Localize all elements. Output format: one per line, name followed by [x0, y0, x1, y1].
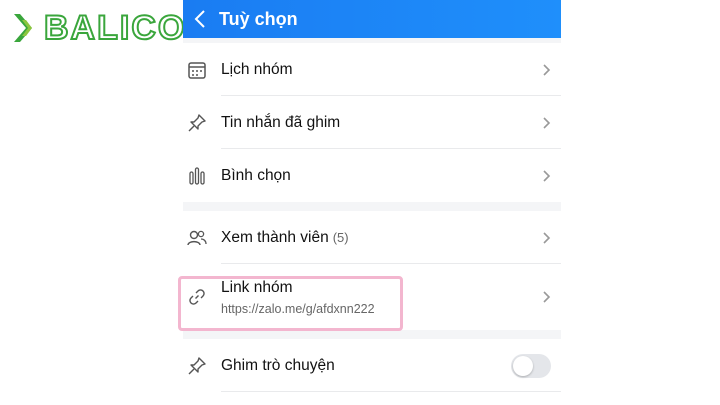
chevron-right-icon [543, 169, 551, 182]
chevron-right-icon [543, 63, 551, 76]
poll-icon [186, 165, 208, 187]
header: Tuỳ chọn [183, 0, 561, 38]
section-gap [183, 202, 561, 211]
options-panel: Tuỳ chọn Lịch nhóm Tin nhắn đã ghim Bình… [183, 0, 561, 405]
pin-chat-toggle[interactable] [511, 353, 551, 378]
menu-item-label: Bình chọn [221, 166, 291, 184]
chevron-right-icon [543, 116, 551, 129]
balico-logo: BALICO [12, 9, 187, 47]
chevron-right-icon [543, 231, 551, 244]
pin-icon [186, 112, 208, 134]
menu-item-view-members[interactable]: Xem thành viên (5) [183, 211, 561, 264]
menu-item-group-calendar[interactable]: Lịch nhóm [183, 43, 561, 96]
member-count: (5) [332, 229, 349, 245]
logo-mark-icon [14, 14, 32, 42]
menu-item-label: Tin nhắn đã ghim [221, 113, 341, 131]
menu-item-label: Lịch nhóm [221, 60, 293, 78]
menu-item-label: Ghim trò chuyện [221, 356, 335, 374]
calendar-icon [186, 59, 208, 81]
menu-item-label: Xem thành viên (5) [221, 229, 349, 247]
menu-item-polls[interactable]: Bình chọn [183, 149, 561, 202]
users-icon [186, 227, 208, 249]
page-title: Tuỳ chọn [219, 8, 298, 29]
toggle-knob [513, 355, 533, 376]
section-gap [183, 330, 561, 339]
chevron-right-icon [543, 291, 551, 303]
pin-icon [186, 355, 208, 377]
menu-item-pinned-messages[interactable]: Tin nhắn đã ghim [183, 96, 561, 149]
logo-text: BALICO [43, 9, 187, 47]
divider [221, 391, 561, 392]
chevron-left-icon[interactable] [189, 8, 211, 30]
menu-item-pin-chat[interactable]: Ghim trò chuyện [183, 339, 561, 392]
highlight-box [178, 276, 403, 331]
members-label: Xem thành viên [221, 228, 329, 246]
